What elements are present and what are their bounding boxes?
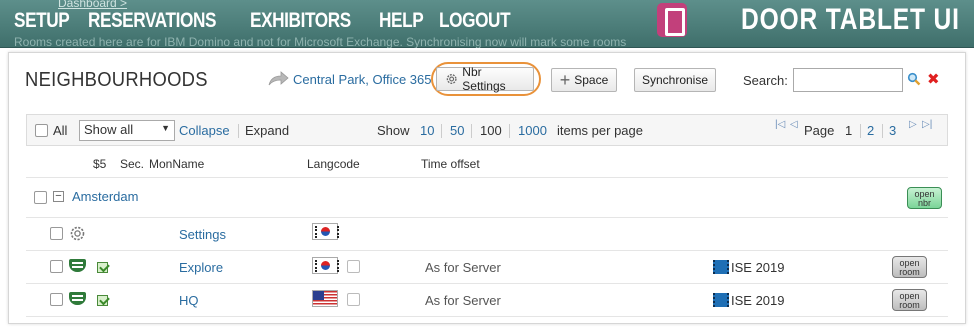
room-name[interactable]: HQ bbox=[179, 293, 199, 308]
page-size-10[interactable]: 10 bbox=[420, 123, 434, 138]
nbr-settings-label: Nbr Settings bbox=[462, 65, 506, 93]
room-icon bbox=[69, 259, 86, 272]
col-time-offset[interactable]: Time offset bbox=[421, 157, 480, 171]
nav-logout[interactable]: LOGOUT bbox=[439, 9, 511, 33]
show-label: Show bbox=[377, 123, 410, 138]
group-checkbox[interactable] bbox=[34, 191, 47, 204]
next-page-icon[interactable]: ▷ bbox=[909, 119, 917, 130]
settings-row-checkbox[interactable] bbox=[50, 227, 63, 240]
nav-setup[interactable]: SETUP bbox=[14, 9, 70, 33]
open-nbr-button[interactable]: open nbr bbox=[907, 187, 942, 209]
collapse-group-icon[interactable]: − bbox=[53, 191, 64, 202]
nbr-settings-button[interactable]: Nbr Settings bbox=[436, 65, 534, 93]
group-name[interactable]: Amsterdam bbox=[72, 189, 138, 204]
page-label: Page bbox=[804, 123, 835, 138]
room-name[interactable]: Explore bbox=[179, 260, 223, 275]
flag-usa-icon bbox=[312, 290, 338, 307]
location-link[interactable]: Central Park, Office 365 bbox=[267, 71, 432, 87]
room-icon bbox=[69, 292, 86, 305]
search-icon[interactable] bbox=[907, 72, 921, 86]
synchronise-button[interactable]: Synchronise bbox=[634, 68, 716, 92]
nav-help[interactable]: HELP bbox=[379, 9, 424, 33]
brand: DOOR TABLET UI bbox=[657, 3, 960, 37]
tablet-logo-icon bbox=[657, 3, 688, 37]
select-all-checkbox[interactable] bbox=[35, 124, 48, 137]
row-checkbox[interactable] bbox=[50, 260, 63, 273]
neighbourhoods-panel: NEIGHBOURHOODS Central Park, Office 365 … bbox=[8, 52, 966, 324]
nav-exhibitors[interactable]: EXHIBITORS bbox=[250, 9, 351, 33]
items-per-page-label: items per page bbox=[557, 123, 643, 138]
brand-name: DOOR TABLET UI bbox=[741, 3, 960, 36]
page-title: NEIGHBOURHOODS bbox=[25, 69, 208, 91]
collapse-link[interactable]: Collapse bbox=[179, 123, 230, 138]
page-1[interactable]: 1 bbox=[845, 123, 852, 138]
clear-search-icon[interactable]: ✖ bbox=[927, 70, 940, 88]
time-offset: As for Server bbox=[425, 293, 501, 308]
first-page-icon[interactable]: |◁ bbox=[775, 119, 785, 130]
expand-link[interactable]: Expand bbox=[245, 123, 289, 138]
settings-link[interactable]: Settings bbox=[179, 227, 226, 242]
event-name: ISE 2019 bbox=[731, 260, 785, 275]
col-monname[interactable]: MonName bbox=[149, 157, 204, 171]
nav-reservations[interactable]: RESERVATIONS bbox=[88, 9, 216, 33]
add-space-button[interactable]: + Space bbox=[551, 68, 617, 92]
open-room-button[interactable]: open room bbox=[892, 256, 927, 278]
row-checkbox[interactable] bbox=[50, 293, 63, 306]
film-icon bbox=[713, 260, 729, 274]
sync-notice: Rooms created here are for IBM Domino an… bbox=[14, 36, 627, 48]
location-link-label[interactable]: Central Park, Office 365 bbox=[293, 72, 432, 87]
flag-south-korea-icon bbox=[312, 257, 339, 274]
col-sec: Sec. bbox=[120, 157, 145, 171]
main-nav: SETUP RESERVATIONS EXHIBITORS HELP LOGOU… bbox=[14, 9, 526, 33]
lang-checkbox[interactable] bbox=[347, 260, 360, 273]
gear-icon bbox=[446, 74, 457, 84]
col-price: $5 bbox=[93, 157, 107, 171]
plus-icon: + bbox=[559, 70, 571, 90]
flag-south-korea-icon bbox=[312, 223, 339, 240]
open-room-label-2: room bbox=[899, 300, 920, 310]
dropdown-arrow-icon: ▼ bbox=[161, 123, 170, 133]
lang-checkbox[interactable] bbox=[347, 293, 360, 306]
page-size-1000[interactable]: 1000 bbox=[518, 123, 547, 138]
page-2[interactable]: 2 bbox=[867, 123, 874, 138]
last-page-icon[interactable]: ▷| bbox=[922, 119, 932, 130]
event-name: ISE 2019 bbox=[731, 293, 785, 308]
page-3[interactable]: 3 bbox=[889, 123, 896, 138]
show-filter-select[interactable]: Show all ▼ bbox=[79, 120, 175, 141]
top-navigation-bar: Dashboard > Rooms created here are for I… bbox=[0, 0, 974, 48]
select-all-label: All bbox=[53, 123, 68, 138]
open-nbr-label-2: nbr bbox=[917, 198, 931, 208]
open-room-label-2: room bbox=[899, 267, 920, 277]
filter-bar: All Show all ▼ Collapse Expand Show 10 5… bbox=[26, 114, 948, 146]
edit-icon[interactable] bbox=[97, 262, 108, 273]
search-label: Search: bbox=[743, 73, 788, 88]
col-langcode[interactable]: Langcode bbox=[307, 157, 360, 171]
share-arrow-icon bbox=[268, 71, 289, 86]
search-input[interactable] bbox=[793, 68, 903, 92]
gear-icon bbox=[70, 226, 85, 241]
film-icon bbox=[713, 293, 729, 307]
page-size-50[interactable]: 50 bbox=[450, 123, 464, 138]
add-space-label: Space bbox=[574, 73, 609, 87]
edit-icon[interactable] bbox=[97, 295, 108, 306]
open-room-button[interactable]: open room bbox=[892, 289, 927, 311]
page-size-100[interactable]: 100 bbox=[480, 123, 502, 138]
show-filter-value: Show all bbox=[84, 122, 134, 137]
time-offset: As for Server bbox=[425, 260, 501, 275]
prev-page-icon[interactable]: ◁ bbox=[790, 119, 798, 130]
synchronise-label: Synchronise bbox=[641, 73, 709, 87]
